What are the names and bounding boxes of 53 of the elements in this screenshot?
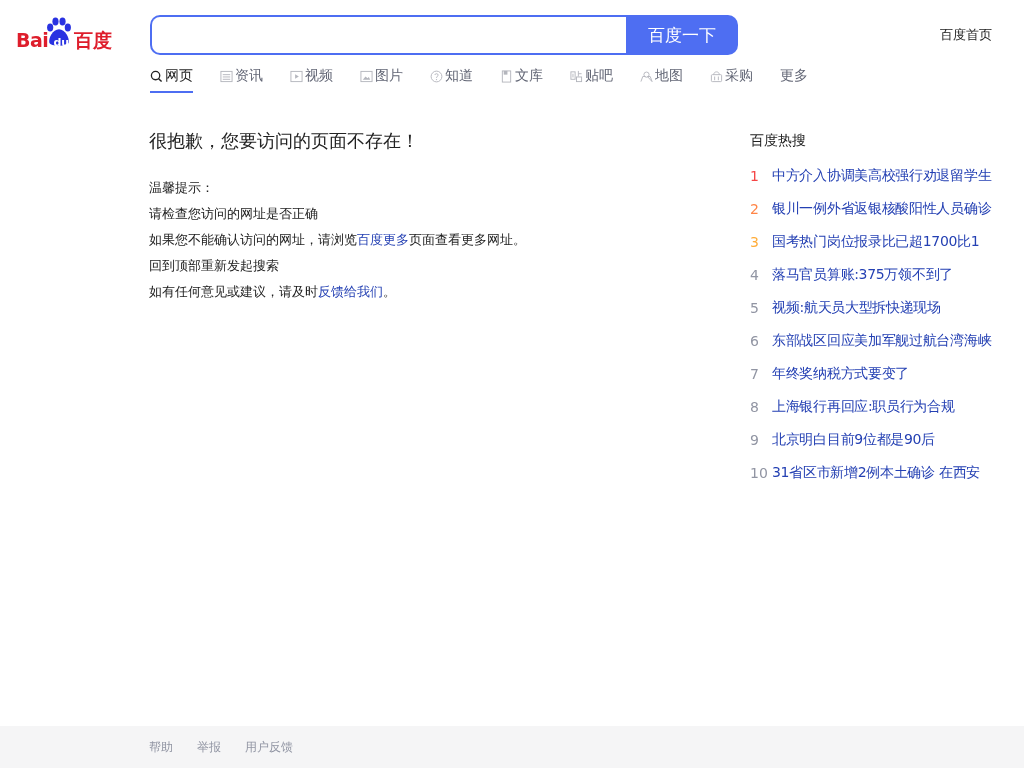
hot-search-link[interactable]: 年终奖纳税方式要变了: [772, 364, 909, 383]
hint-text: 如有任何意见或建议，请及时: [149, 284, 318, 299]
rank-number: 4: [750, 266, 760, 283]
hot-search-title: 百度热搜: [750, 131, 807, 150]
rank-number: 3: [750, 233, 760, 250]
hot-search-link[interactable]: 视频:航天员大型拆快递现场: [772, 298, 941, 317]
hot-search-link[interactable]: 东部战区回应美加军舰过航台湾海峡: [772, 331, 992, 350]
search-tab[interactable]: 视频: [290, 64, 333, 93]
document-icon: [500, 69, 513, 83]
rank-number: 10: [750, 464, 769, 481]
search-tab[interactable]: 采购: [710, 64, 753, 93]
search-tab[interactable]: 地图: [640, 64, 683, 93]
rank-number: 8: [750, 398, 760, 415]
hint-text: 请检查您访问的网址是否正确: [149, 205, 319, 223]
hot-search-link[interactable]: 落马官员算账:375万领不到了: [772, 265, 953, 284]
rank-number: 6: [750, 332, 760, 349]
basket-icon: [710, 69, 723, 83]
image-icon: [360, 69, 373, 83]
search-tab[interactable]: 更多: [780, 64, 808, 93]
search-tab[interactable]: 贴吧: [570, 64, 613, 93]
hint-text: 回到顶部重新发起搜索: [149, 257, 280, 275]
search-icon: [150, 69, 163, 83]
news-icon: [220, 69, 233, 83]
text-link[interactable]: 反馈给我们: [318, 284, 383, 299]
rank-number: 5: [750, 299, 760, 316]
map-icon: [640, 69, 653, 83]
search-tab[interactable]: 资讯: [220, 64, 263, 93]
hot-search-link[interactable]: 中方介入协调美高校强行劝退留学生: [772, 166, 992, 185]
home-link[interactable]: 百度首页: [940, 26, 992, 44]
hot-search-link[interactable]: 31省区市新增2例本土确诊 在西安: [772, 463, 981, 482]
tieba-icon: [570, 69, 583, 83]
search-button[interactable]: 百度一下: [626, 15, 738, 55]
search-tab[interactable]: 文库: [500, 64, 543, 93]
error-title: 很抱歉，您要访问的页面不存在！: [149, 129, 420, 153]
search-tab[interactable]: 知道: [430, 64, 473, 93]
hint-text: 。: [383, 284, 396, 299]
hot-search-link[interactable]: 国考热门岗位报录比已超1700比1: [772, 232, 980, 251]
rank-number: 2: [750, 200, 760, 217]
hint-text: 温馨提示：: [149, 179, 215, 197]
question-icon: [430, 69, 443, 83]
rank-number: 1: [750, 167, 760, 184]
search-tab[interactable]: 网页: [150, 64, 193, 93]
hint-text: 页面查看更多网址。: [409, 232, 526, 247]
rank-number: 9: [750, 431, 760, 448]
hot-search-link[interactable]: 银川一例外省返银核酸阳性人员确诊: [772, 199, 992, 218]
hot-search-link[interactable]: 北京明白目前9位都是90后: [772, 430, 935, 449]
rank-number: 7: [750, 365, 760, 382]
hot-search-link[interactable]: 上海银行再回应:职员行为合规: [772, 397, 955, 416]
search-field[interactable]: [150, 15, 626, 55]
text-link[interactable]: 百度更多: [357, 232, 409, 247]
play-icon: [290, 69, 303, 83]
hint-text: 如果您不能确认访问的网址，请浏览: [149, 232, 357, 247]
search-tab[interactable]: 图片: [360, 64, 403, 93]
